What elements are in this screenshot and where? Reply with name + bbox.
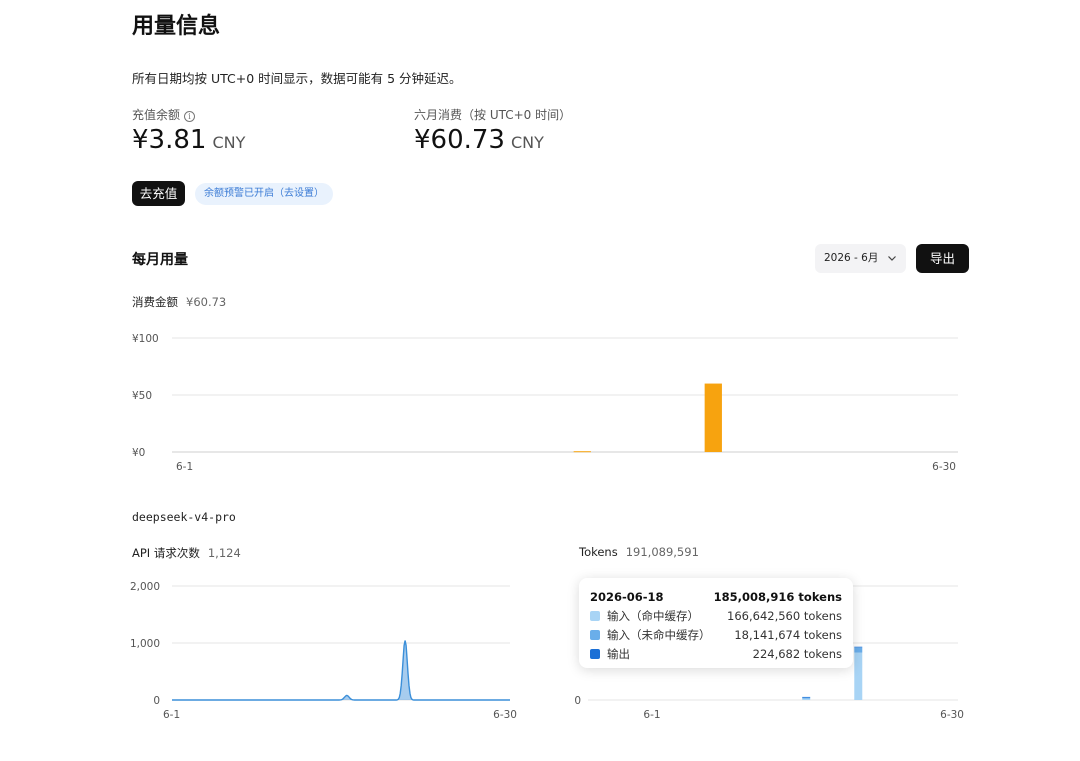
legend-swatch-cache-miss (590, 629, 600, 640)
balance-unit: CNY (212, 133, 246, 152)
tooltip-header: 2026-06-18 185,008,916 tokens (590, 587, 842, 606)
monthly-spend-amount: ¥60.73 CNY (414, 125, 544, 155)
balance-label-group: 充值余额 i (132, 106, 196, 123)
requests-chart-total: 1,124 (207, 546, 241, 560)
spend-chart-total: ¥60.73 (186, 295, 227, 309)
month-select-value: 2026 - 6月 (824, 252, 879, 264)
token-bar-segment (802, 697, 811, 699)
tooltip-row-label: 输入（命中缓存） (607, 608, 699, 623)
spend-chart-label: 消费金额 ¥60.73 (132, 294, 226, 310)
token-bar-segment (854, 647, 863, 653)
tooltip-row-value: 166,642,560 tokens (727, 608, 842, 623)
chevron-down-icon (887, 244, 897, 285)
model-name: deepseek-v4-pro (132, 510, 236, 524)
x-tick-label: 6-1 (643, 709, 660, 721)
tooltip-row-value: 18,141,674 tokens (734, 627, 842, 642)
tokens-chart-title: Tokens (579, 545, 618, 559)
balance-alert-link[interactable]: 余额预警已开启（去设置） (195, 183, 333, 205)
monthly-spend-unit: CNY (510, 133, 544, 152)
spend-chart: ¥0 ¥50 ¥100 6-1 6-30 (132, 333, 958, 473)
token-bar-segment (802, 696, 811, 698)
x-tick-label: 6-30 (932, 461, 956, 473)
requests-chart-label: API 请求次数 1,124 (132, 545, 241, 561)
y-tick-label: ¥0 (132, 447, 145, 459)
balance-amount: ¥3.81 CNY (132, 125, 245, 155)
tooltip-row: 输出 224,682 tokens (590, 644, 842, 663)
page-title: 用量信息 (132, 14, 221, 39)
tooltip-row-label: 输出 (607, 646, 630, 661)
tooltip-row: 输入（命中缓存） 166,642,560 tokens (590, 606, 842, 625)
x-tick-label: 6-30 (493, 709, 517, 721)
y-tick-label: ¥50 (132, 390, 152, 402)
x-tick-label: 6-30 (940, 709, 964, 721)
tooltip-total: 185,008,916 tokens (713, 589, 842, 604)
balance-value: ¥3.81 (132, 125, 207, 155)
spend-bar (573, 451, 591, 453)
token-bar-segment (802, 698, 811, 700)
requests-chart: 0 1,000 2,000 6-1 6-30 (130, 581, 517, 721)
balance-label: 充值余额 (132, 108, 181, 122)
x-tick-label: 6-1 (176, 461, 193, 473)
tooltip-date: 2026-06-18 (590, 589, 664, 604)
y-tick-label: ¥100 (132, 333, 159, 345)
spend-bar (704, 383, 722, 452)
tokens-chart-total: 191,089,591 (625, 545, 699, 559)
x-tick-label: 6-1 (163, 709, 180, 721)
token-bar-segment (854, 652, 863, 700)
recharge-button[interactable]: 去充值 (132, 181, 185, 206)
tooltip-row-label: 输入（未命中缓存） (607, 627, 711, 642)
requests-chart-title: API 请求次数 (132, 546, 200, 560)
y-tick-label: 0 (153, 695, 160, 707)
month-select[interactable]: 2026 - 6月 (815, 244, 906, 273)
info-icon[interactable]: i (184, 111, 196, 122)
tooltip-row-value: 224,682 tokens (752, 646, 842, 661)
tooltip-row: 输入（未命中缓存） 18,141,674 tokens (590, 625, 842, 644)
spend-chart-title: 消费金额 (132, 295, 178, 309)
legend-swatch-cache-hit (590, 610, 600, 621)
monthly-usage-title: 每月用量 (132, 252, 188, 268)
requests-line (172, 640, 510, 701)
y-tick-label: 0 (574, 695, 581, 707)
tokens-chart-label: Tokens 191,089,591 (579, 545, 699, 559)
legend-swatch-output (590, 648, 600, 659)
monthly-spend-value: ¥60.73 (414, 125, 505, 155)
export-button[interactable]: 导出 (916, 244, 969, 273)
timezone-note: 所有日期均按 UTC+0 时间显示，数据可能有 5 分钟延迟。 (132, 71, 462, 86)
token-bar-segment (854, 646, 863, 648)
tokens-tooltip: 2026-06-18 185,008,916 tokens 输入（命中缓存） 1… (579, 578, 853, 668)
requests-area (172, 640, 510, 700)
y-tick-label: 1,000 (130, 638, 160, 650)
monthly-spend-label: 六月消费（按 UTC+0 时间） (414, 108, 572, 122)
y-tick-label: 2,000 (130, 581, 160, 593)
